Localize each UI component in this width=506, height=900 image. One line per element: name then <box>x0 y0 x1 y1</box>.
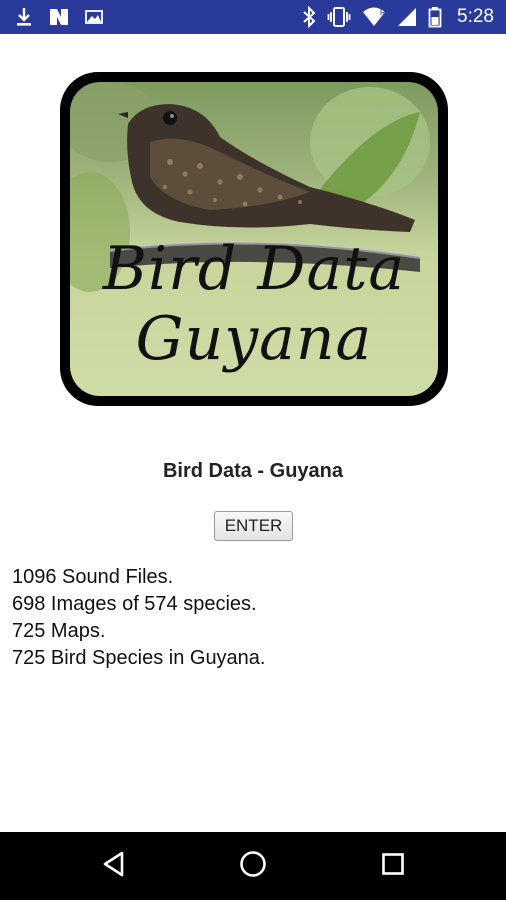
back-button[interactable] <box>94 846 134 886</box>
download-icon <box>14 6 34 28</box>
enter-button[interactable]: ENTER <box>214 511 293 541</box>
stats-list: 1096 Sound Files. 698 Images of 574 spec… <box>12 564 266 672</box>
wifi-icon: R <box>362 7 386 27</box>
photo-icon <box>84 8 104 26</box>
svg-text:R: R <box>380 8 386 17</box>
stat-images: 698 Images of 574 species. <box>12 593 257 615</box>
app-logo: Bird Data Guyana <box>60 72 448 406</box>
status-left-icons <box>14 6 104 28</box>
logo-image: Bird Data Guyana <box>70 82 438 396</box>
logo-title-line1: Bird Data <box>102 234 406 304</box>
battery-icon <box>428 6 442 28</box>
status-right-icons: R 5:28 <box>302 6 494 28</box>
page-title: Bird Data - Guyana <box>162 460 344 482</box>
stat-species: 725 Bird Species in Guyana. <box>12 647 266 669</box>
back-icon <box>102 851 126 882</box>
navigation-bar <box>0 832 506 900</box>
status-time: 5:28 <box>457 6 494 27</box>
logo-title-line2: Guyana <box>135 304 373 374</box>
recent-apps-button[interactable] <box>373 846 413 886</box>
home-icon <box>239 850 267 883</box>
signal-icon <box>397 7 417 27</box>
n-notification-icon <box>48 7 70 27</box>
home-button[interactable] <box>233 846 273 886</box>
stat-maps: 725 Maps. <box>12 620 106 642</box>
stat-sound-files: 1096 Sound Files. <box>12 566 174 588</box>
vibrate-icon <box>327 6 351 28</box>
recent-apps-icon <box>381 852 405 881</box>
bluetooth-icon <box>302 6 316 28</box>
status-bar: R 5:28 <box>0 0 506 34</box>
